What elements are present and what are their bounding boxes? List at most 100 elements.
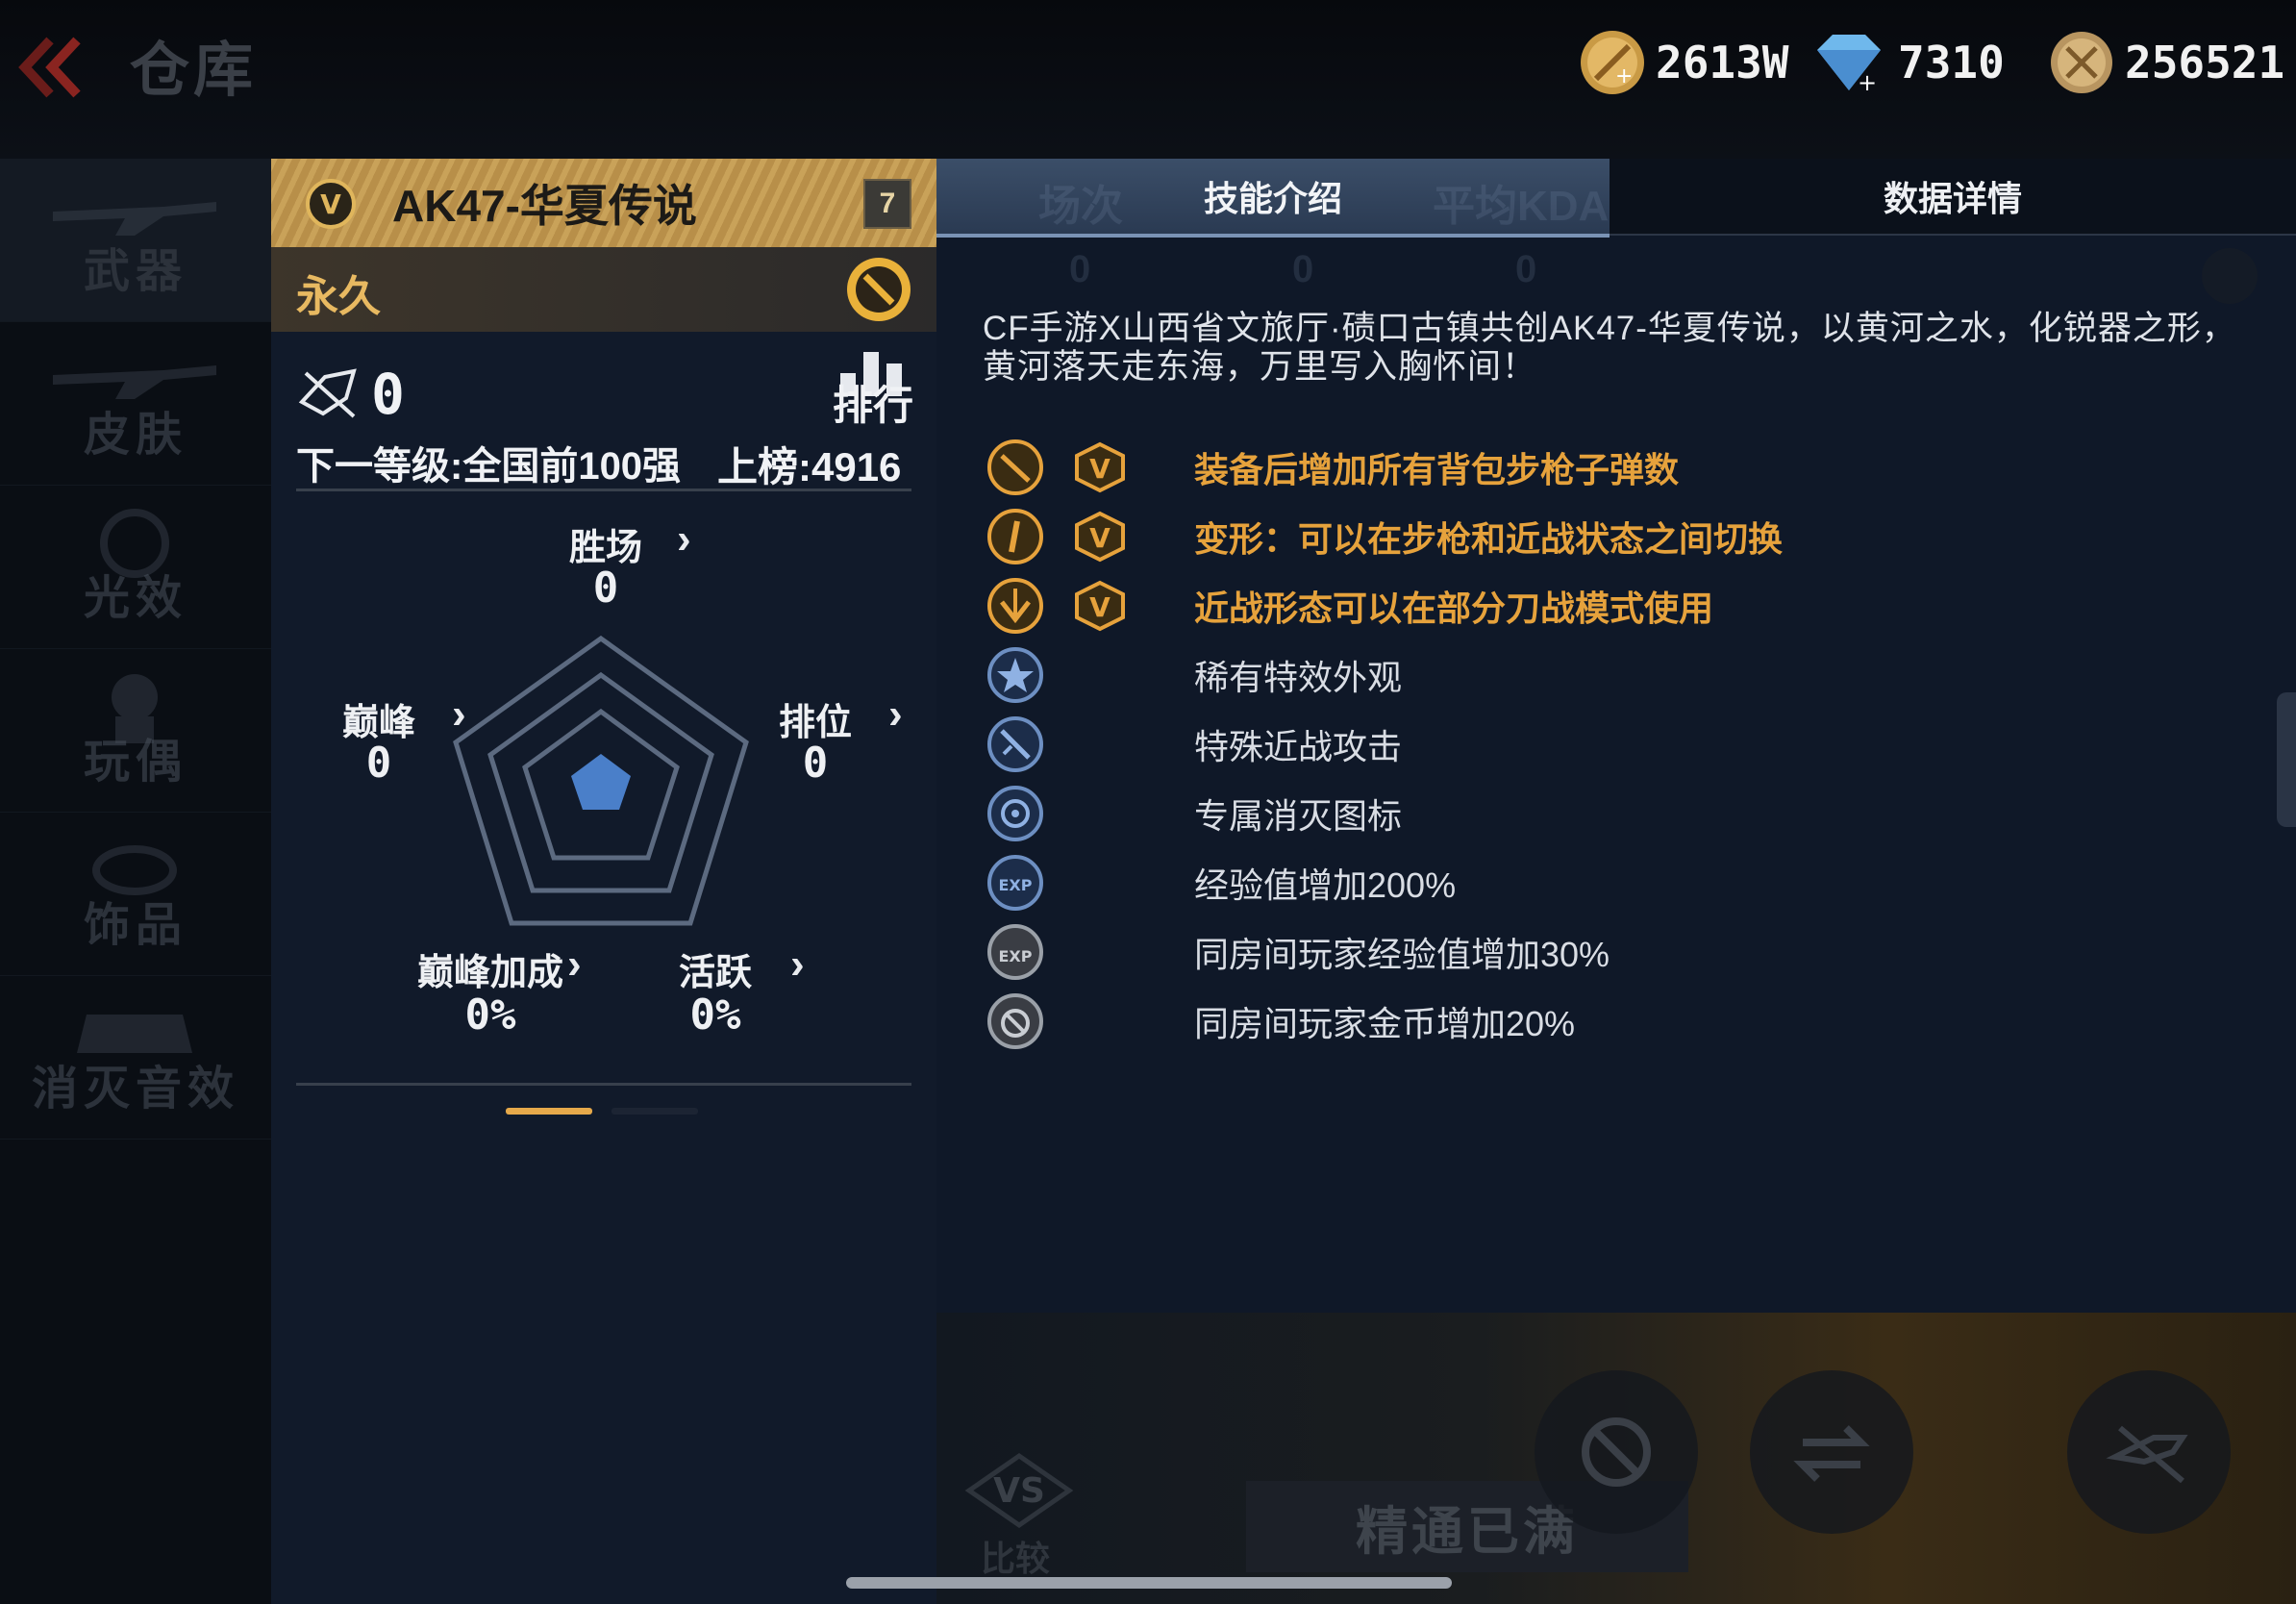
sidebar-item-kill-sound[interactable]: 消灭音效 [0,976,271,1140]
active-value: 0% [689,990,741,1040]
skin-rifle-icon [53,365,216,399]
wins-value: 0 [592,564,619,613]
wins-label: 胜场 [568,528,642,568]
ghost-value: 0 [1069,248,1091,290]
skill-row: 专属消灭图标 [986,785,2236,842]
compass-icon[interactable] [842,253,915,326]
skill-row: V 近战形态可以在部分刀战模式使用 [986,577,2236,635]
kill-count: 0 [371,362,405,427]
melee-attack-icon [987,716,1043,772]
v-rank-icon: V [1075,511,1125,563]
chevron-right-icon[interactable]: › [567,940,582,989]
skill-row: V 装备后增加所有背包步枪子弹数 [986,439,2236,496]
currency-honor[interactable]: 256521 [2046,24,2284,101]
hide-weapon-button[interactable] [2067,1370,2231,1534]
room-coin-icon [987,993,1043,1049]
svg-text:V: V [320,188,341,220]
peak-bonus-label: 巅峰加成 [416,953,563,993]
tab-data-details[interactable]: 数据详情 [1610,159,2296,236]
svg-text:V: V [1089,591,1111,623]
skill-text: 经验值增加200% [1194,865,1457,905]
reset-icon [1582,1417,1651,1487]
next-level-text: 下一等级:全国前100强 [296,445,682,488]
sidebar-item-accessory[interactable]: 饰品 [0,813,271,976]
chevron-right-icon[interactable]: › [888,690,903,739]
compare-label: 比较 [981,1539,1051,1578]
page-indicator[interactable] [611,1108,698,1115]
skill-text: 同房间玩家经验值增加30% [1194,935,1610,974]
skill-text: 同房间玩家金币增加20% [1194,1004,1576,1043]
sidebar-item-light-effect[interactable]: 光效 [0,486,271,649]
on-board-rank: 上榜:4916 [717,444,902,489]
scroll-knob[interactable] [2202,248,2258,304]
sidebar-item-skin[interactable]: 皮肤 [0,322,271,486]
skill-text: 特殊近战攻击 [1194,727,1403,766]
vs-text: VS [993,1471,1045,1511]
skill-row: EXP 经验值增加200% [986,854,2236,912]
currency-gold[interactable]: + 2613W [1577,24,1788,101]
ghost-header: 平均KDA [1433,183,1610,230]
doll-icon [112,674,158,743]
swap-arrows-icon [1793,1425,1870,1482]
svg-text:+: + [1858,69,1877,96]
v-rank-icon: V [1075,580,1125,632]
sidebar-item-weapon[interactable]: 武器 [0,159,271,322]
divider [296,489,911,491]
light-effect-icon [100,509,169,578]
skill-row: EXP 同房间玩家经验值增加30% [986,923,2236,981]
page-indicator-active[interactable] [506,1108,592,1115]
rank-button[interactable]: 排行 [831,348,917,428]
honor-coin-icon [2051,32,2112,93]
duration-label: 永久 [296,273,381,320]
peak-label: 巅峰 [341,703,415,743]
diamond-icon: + [1817,35,1881,96]
weapon-hide-icon [2106,1425,2188,1484]
svg-text:V: V [1089,522,1111,554]
reset-button[interactable] [1535,1370,1698,1534]
radar-chart [453,635,749,926]
back-arrow-icon[interactable] [12,29,88,106]
weapon-name: AK47-华夏传说 [392,181,697,231]
chevron-right-icon[interactable]: › [677,515,691,564]
active-label: 活跃 [678,953,752,993]
swap-button[interactable] [1750,1370,1913,1534]
melee-mode-icon [987,578,1043,634]
vs-icon: VS [964,1452,1074,1529]
weapon-description: CF手游X山西省文旅厅·碛口古镇共创AK47-华夏传说，以黄河之水，化锐器之形，… [983,310,2236,386]
skill-text: 装备后增加所有背包步枪子弹数 [1194,450,1680,489]
sidebar-item-doll[interactable]: 玩偶 [0,649,271,813]
chevron-right-icon[interactable]: › [790,940,805,989]
skill-row: 同房间玩家金币增加20% [986,992,2236,1050]
level-badge: 7 [863,179,911,229]
v-rank-icon: V [306,179,356,229]
room-exp-icon: EXP [987,924,1043,980]
star-icon [987,647,1043,703]
svg-text:EXP: EXP [999,876,1033,894]
side-drawer-handle[interactable] [2277,692,2296,827]
compare-button[interactable]: VS 比较 [961,1452,1077,1578]
gold-amount: 2613W [1656,37,1789,88]
ghost-header: 场次 [1038,183,1123,230]
skill-text: 变形：可以在步枪和近战状态之间切换 [1194,519,1784,559]
rifle-ammo-icon [987,439,1043,495]
ranked-value: 0 [802,739,829,788]
kill-mark-icon [987,786,1043,841]
skill-row: 特殊近战攻击 [986,715,2236,773]
svg-text:EXP: EXP [999,947,1033,965]
transform-icon [987,509,1043,564]
skill-row: 稀有特效外观 [986,646,2236,704]
peak-bonus-value: 0% [464,990,516,1040]
kill-sound-icon [77,1015,192,1053]
ghost-value: 0 [1515,248,1537,290]
skill-text: 稀有特效外观 [1194,658,1403,697]
rank-label: 排行 [833,383,914,428]
currency-diamond[interactable]: + 7310 [1808,24,2005,101]
peak-value: 0 [365,739,392,788]
home-indicator [846,1577,1452,1589]
skill-row: V 变形：可以在步枪和近战状态之间切换 [986,508,2236,565]
skill-text: 近战形态可以在部分刀战模式使用 [1194,589,1714,628]
gold-coin-icon: + [1581,31,1644,94]
kill-count-icon [298,368,357,418]
honor-amount: 256521 [2125,37,2285,88]
chevron-right-icon[interactable]: › [452,690,466,739]
